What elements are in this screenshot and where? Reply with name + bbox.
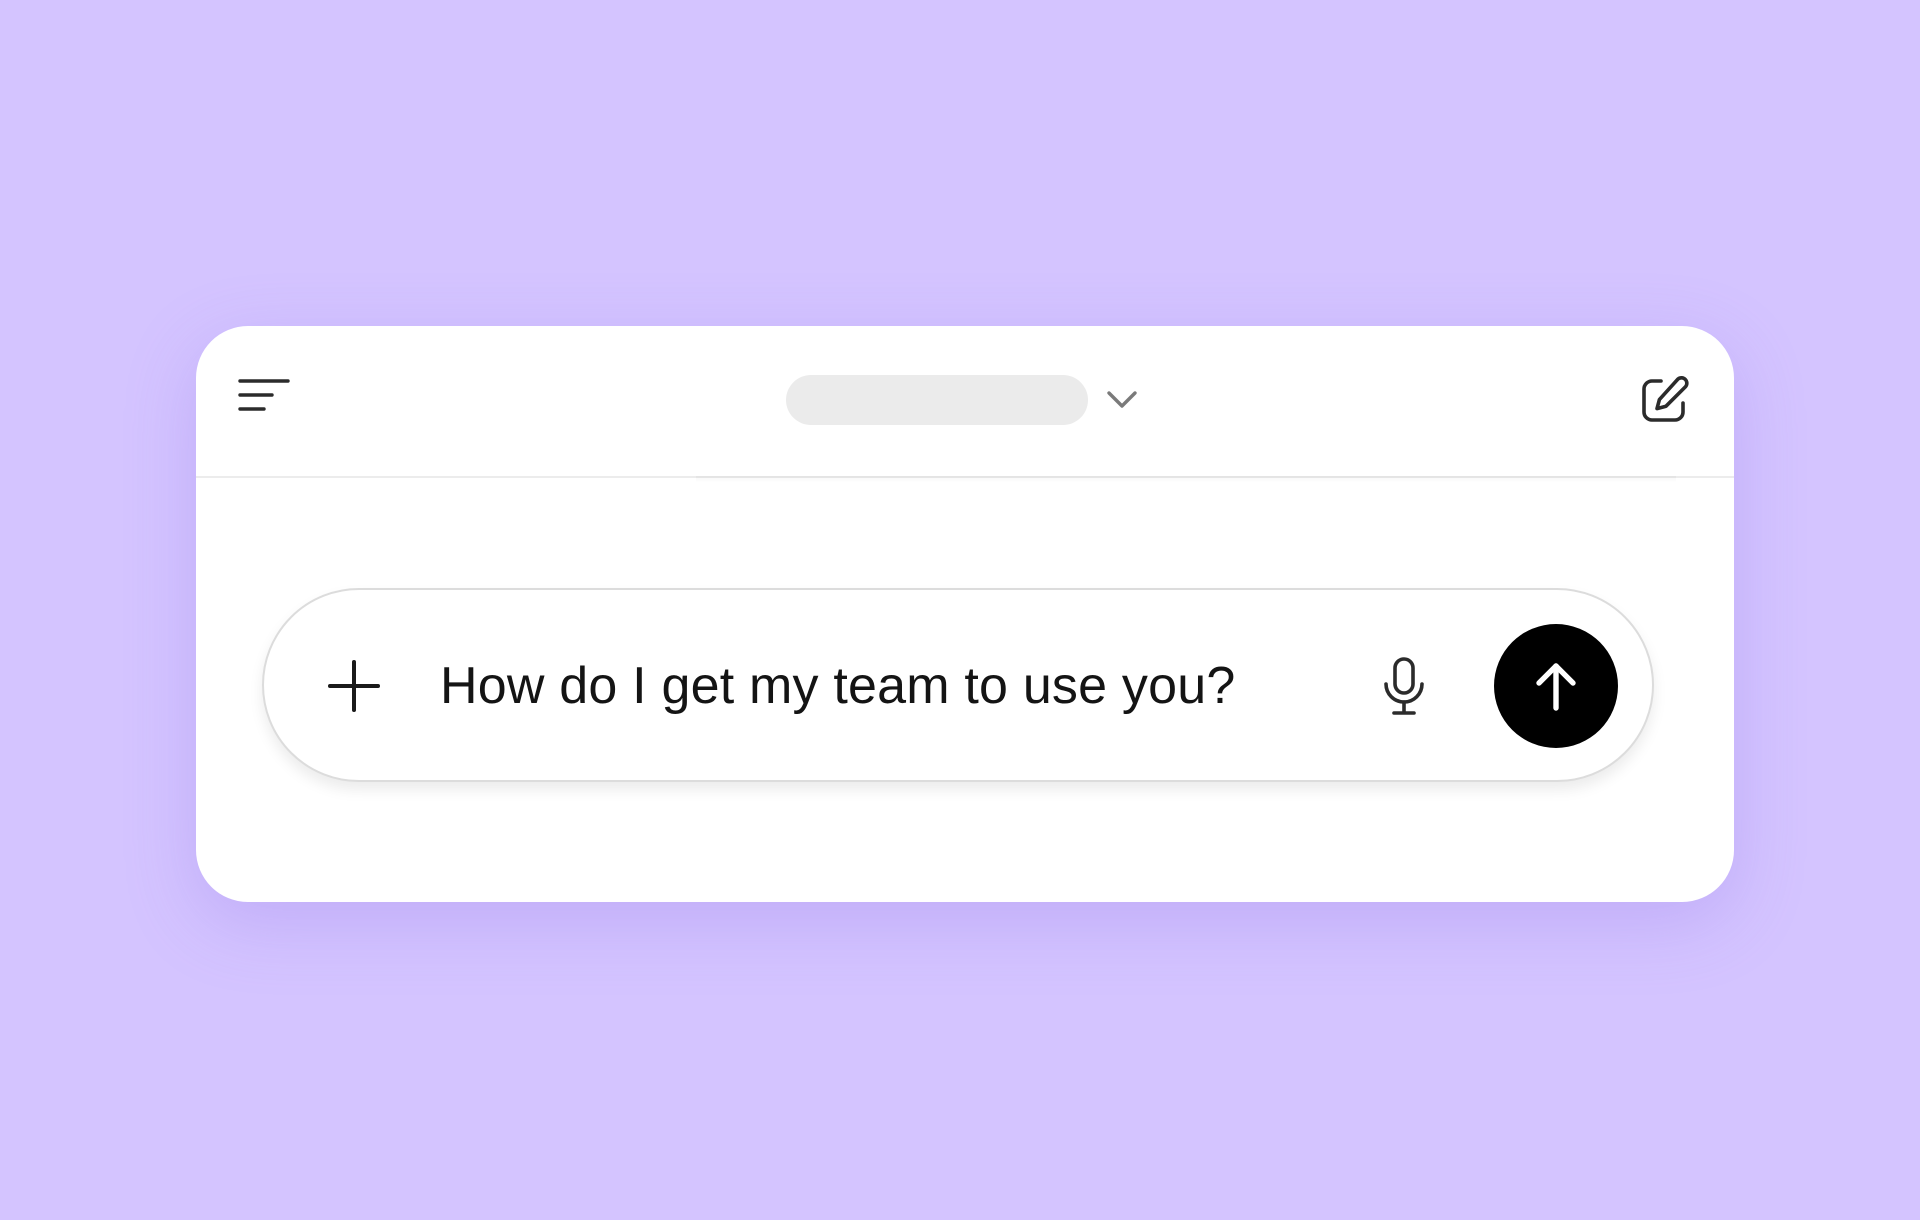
sidebar-menu-icon	[238, 379, 290, 411]
chat-window: How do I get my team to use you?	[196, 326, 1734, 902]
top-bar-divider-shadow	[696, 476, 1676, 482]
prompt-input[interactable]: How do I get my team to use you?	[440, 654, 1235, 718]
top-bar	[196, 326, 1734, 478]
model-selector-label	[786, 375, 1088, 425]
message-composer[interactable]: How do I get my team to use you?	[262, 588, 1654, 782]
edit-compose-icon	[1642, 375, 1689, 422]
model-selector[interactable]	[786, 374, 1140, 426]
send-button[interactable]	[1494, 624, 1618, 748]
microphone-icon	[1384, 657, 1424, 715]
add-attachment-button[interactable]	[324, 656, 384, 716]
arrow-up-icon	[1536, 663, 1576, 711]
new-chat-button[interactable]	[1636, 372, 1692, 428]
voice-input-button[interactable]	[1374, 654, 1434, 720]
plus-icon	[328, 660, 380, 712]
chevron-down-icon	[1104, 382, 1140, 418]
sidebar-toggle-button[interactable]	[234, 370, 294, 420]
